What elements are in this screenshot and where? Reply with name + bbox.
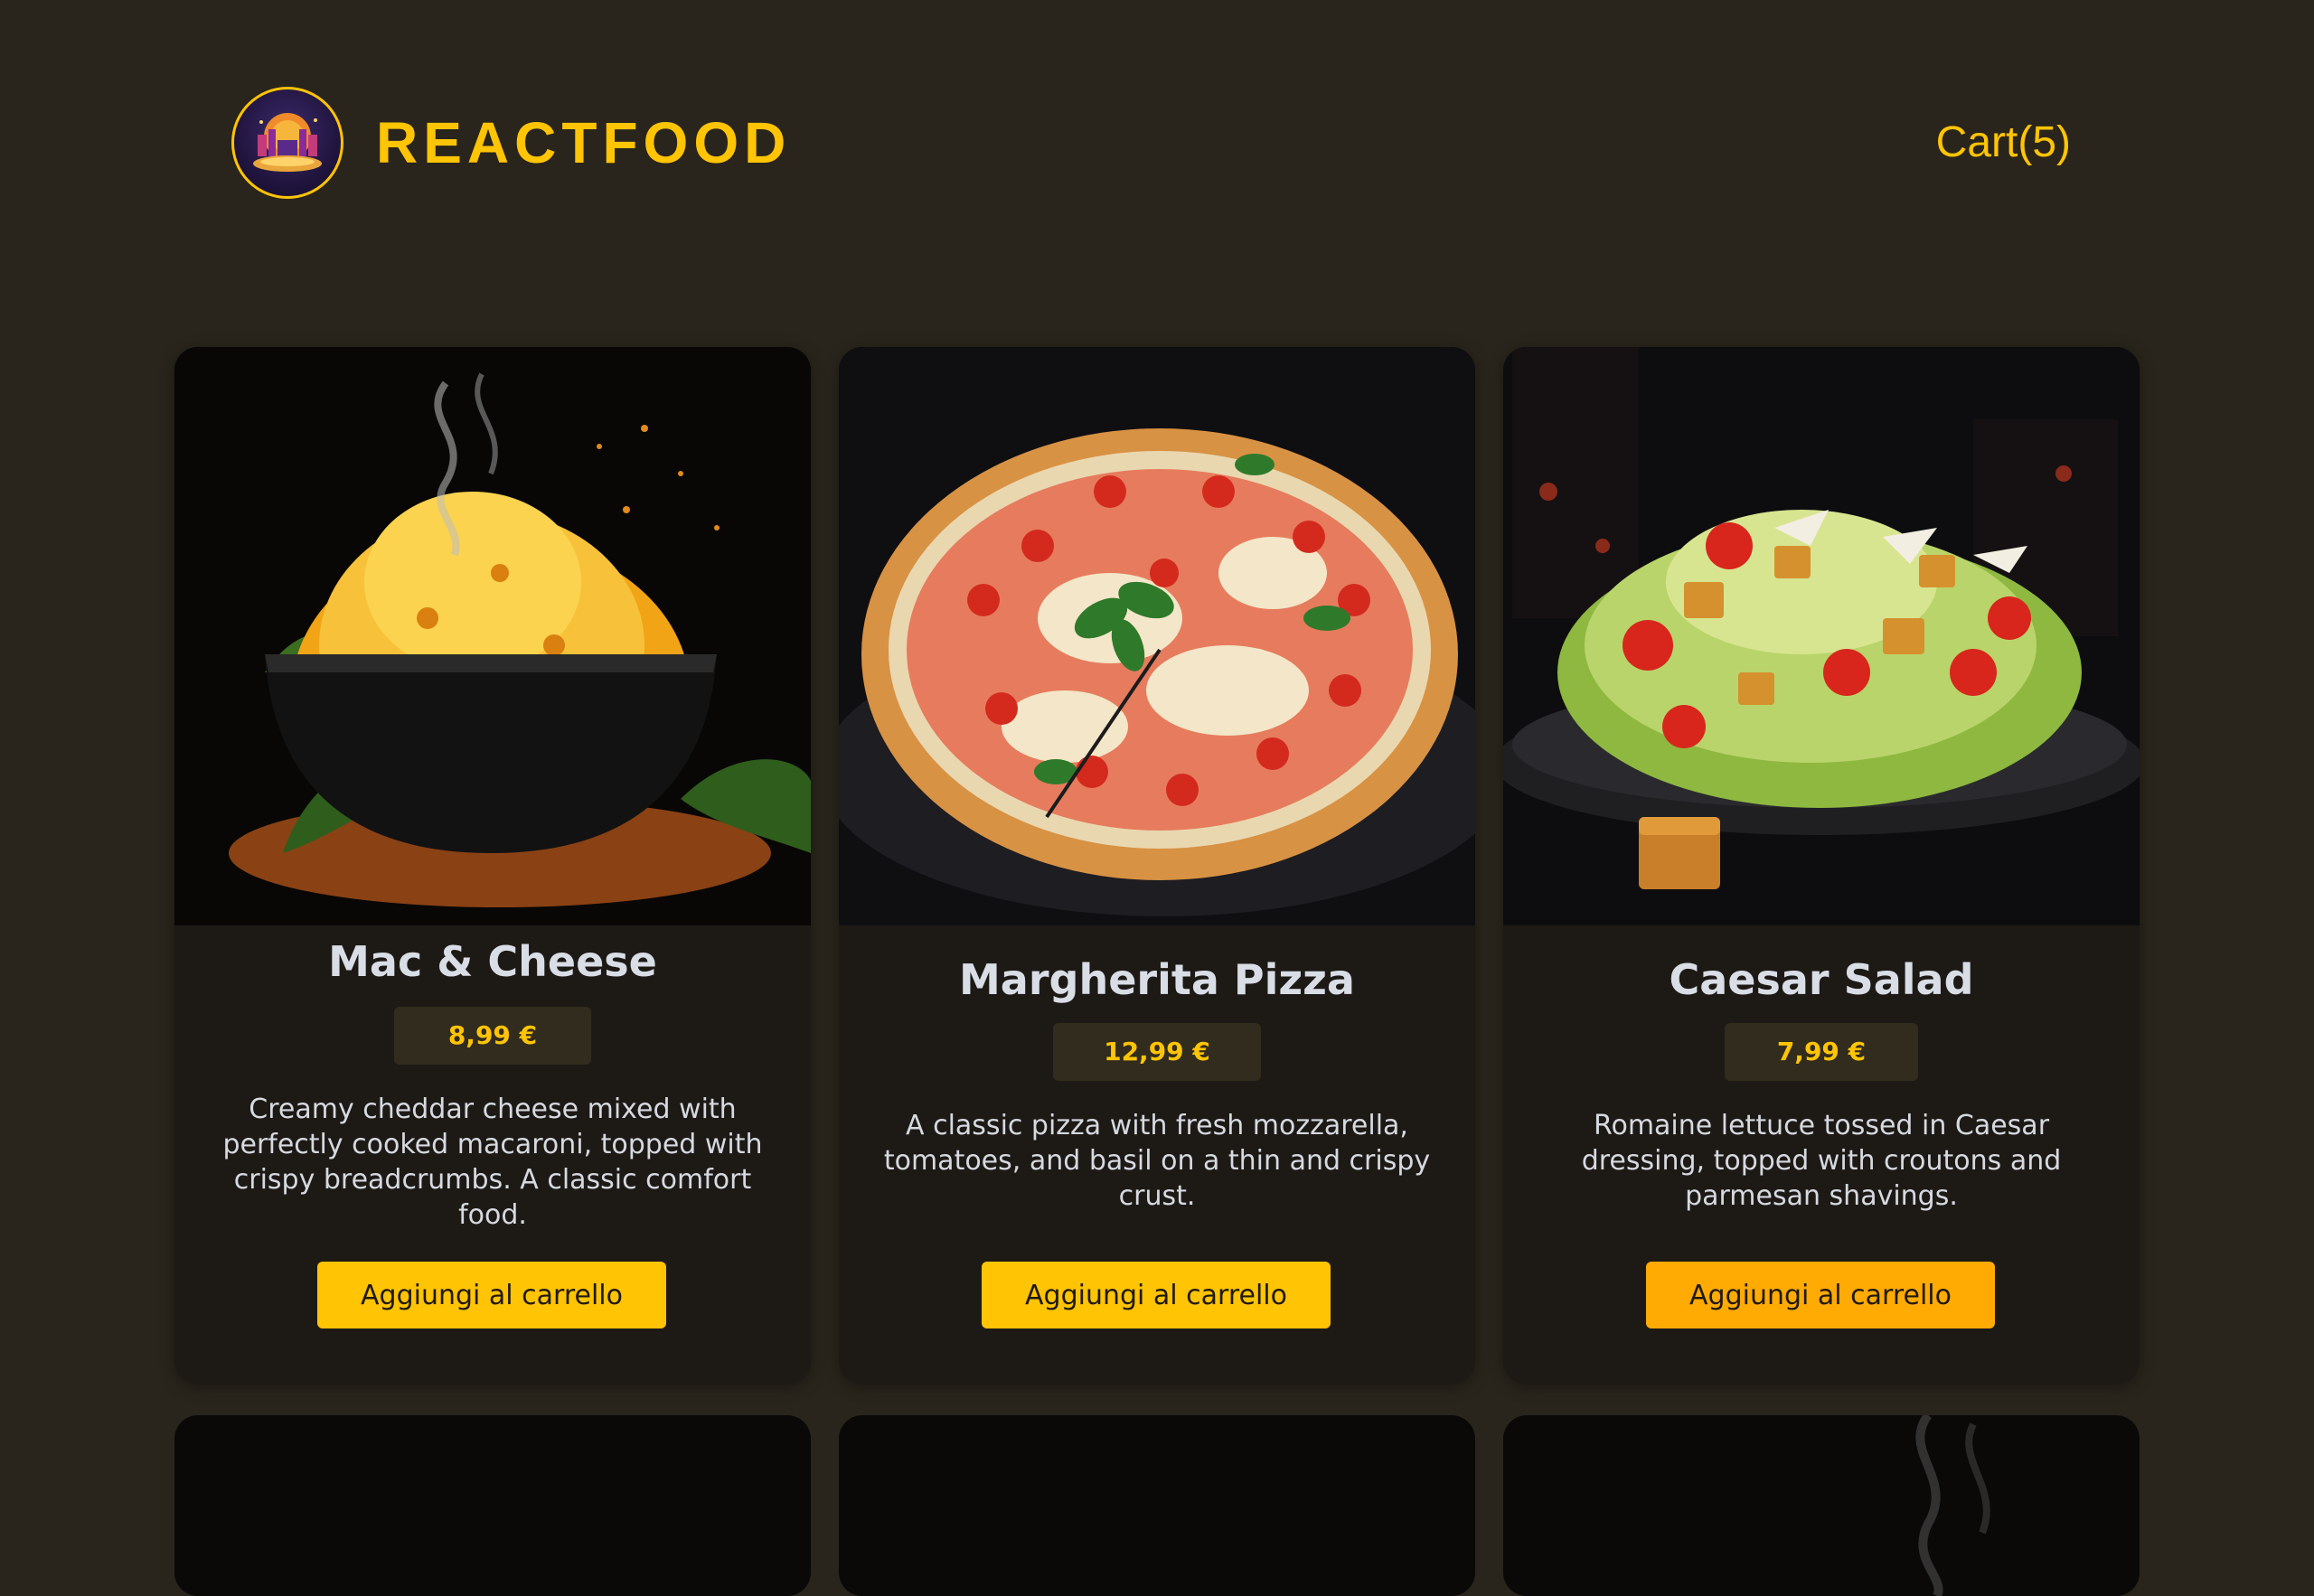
meal-price: 12,99 €: [1053, 1023, 1261, 1081]
meal-card-caesar-salad: Caesar Salad 7,99 € Romaine lettuce toss…: [1503, 347, 2140, 1385]
add-to-cart-button[interactable]: Aggiungi al carrello: [982, 1262, 1331, 1328]
steam-image: [1915, 1415, 1990, 1596]
meal-card-partial: [1503, 1415, 2140, 1596]
meal-card-partial: [839, 1415, 1475, 1596]
meal-price: 7,99 €: [1725, 1023, 1918, 1081]
brand-name: REACTFOOD: [376, 110, 792, 175]
meal-description: Creamy cheddar cheese mixed with perfect…: [222, 1094, 763, 1231]
meal-price: 8,99 €: [394, 1007, 591, 1065]
meal-title: Margherita Pizza: [959, 955, 1355, 1004]
caesar-salad-image: [1503, 347, 2140, 925]
restaurant-logo-icon[interactable]: [231, 87, 343, 199]
add-to-cart-button[interactable]: Aggiungi al carrello: [1646, 1262, 1995, 1328]
meal-title: Caesar Salad: [1669, 955, 1974, 1004]
meal-description: A classic pizza with fresh mozzarella, t…: [883, 1110, 1431, 1212]
mac-cheese-image: [174, 347, 811, 925]
meal-title: Mac & Cheese: [328, 937, 657, 986]
meal-description: Romaine lettuce tossed in Caesar dressin…: [1581, 1110, 2062, 1212]
add-to-cart-button[interactable]: Aggiungi al carrello: [317, 1262, 666, 1328]
meal-card-mac-cheese: Mac & Cheese 8,99 € Creamy cheddar chees…: [174, 347, 811, 1385]
meal-card-margherita-pizza: Margherita Pizza 12,99 € A classic pizza…: [839, 347, 1475, 1385]
site-header: REACTFOOD Cart(5): [231, 87, 2071, 202]
meal-card-partial: [174, 1415, 811, 1596]
margherita-pizza-image: [839, 347, 1475, 925]
cart-button[interactable]: Cart(5): [1936, 114, 2071, 172]
